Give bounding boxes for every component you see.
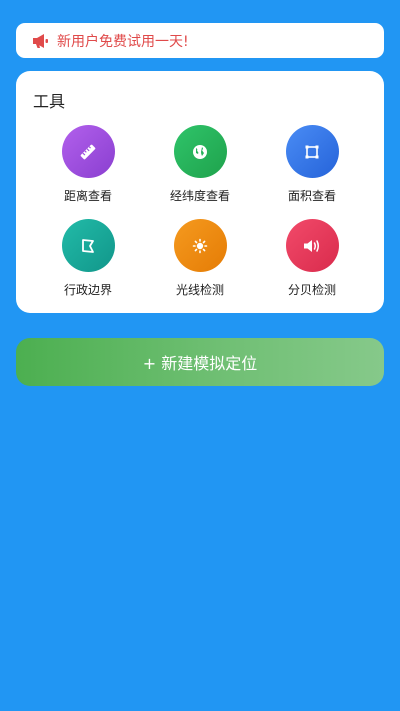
announcement-banner[interactable]: 新用户免费试用一天! — [16, 23, 384, 58]
ruler-icon — [61, 125, 115, 178]
megaphone-icon — [32, 32, 50, 50]
tool-area[interactable]: 面积查看 — [257, 125, 367, 204]
boundary-icon — [61, 219, 115, 272]
tool-label: 分贝检测 — [287, 283, 336, 297]
tool-decibel-detect[interactable]: 分贝检测 — [257, 219, 367, 298]
sun-icon — [173, 219, 227, 272]
tool-coordinates[interactable]: 经纬度查看 — [145, 125, 255, 204]
tools-title: 工具 — [33, 92, 66, 111]
tool-label: 光线检测 — [175, 283, 224, 297]
tool-light-detect[interactable]: 光线检测 — [145, 219, 255, 298]
announcement-text: 新用户免费试用一天! — [57, 33, 189, 50]
tool-distance[interactable]: 距离查看 — [33, 125, 143, 204]
volume-icon — [285, 219, 339, 272]
globe-icon — [173, 125, 227, 178]
area-icon — [285, 125, 339, 178]
tool-label: 距离查看 — [63, 189, 112, 203]
tool-label: 行政边界 — [63, 283, 112, 297]
tool-label: 经纬度查看 — [169, 189, 230, 203]
tool-label: 面积查看 — [287, 189, 336, 203]
tools-card: 工具 距离查看 经纬度查看 面积查看 行政边界 光线检测 分贝检测 — [16, 71, 384, 313]
tool-admin-boundary[interactable]: 行政边界 — [33, 219, 143, 298]
new-mock-location-button[interactable]: + 新建模拟定位 — [16, 338, 384, 386]
